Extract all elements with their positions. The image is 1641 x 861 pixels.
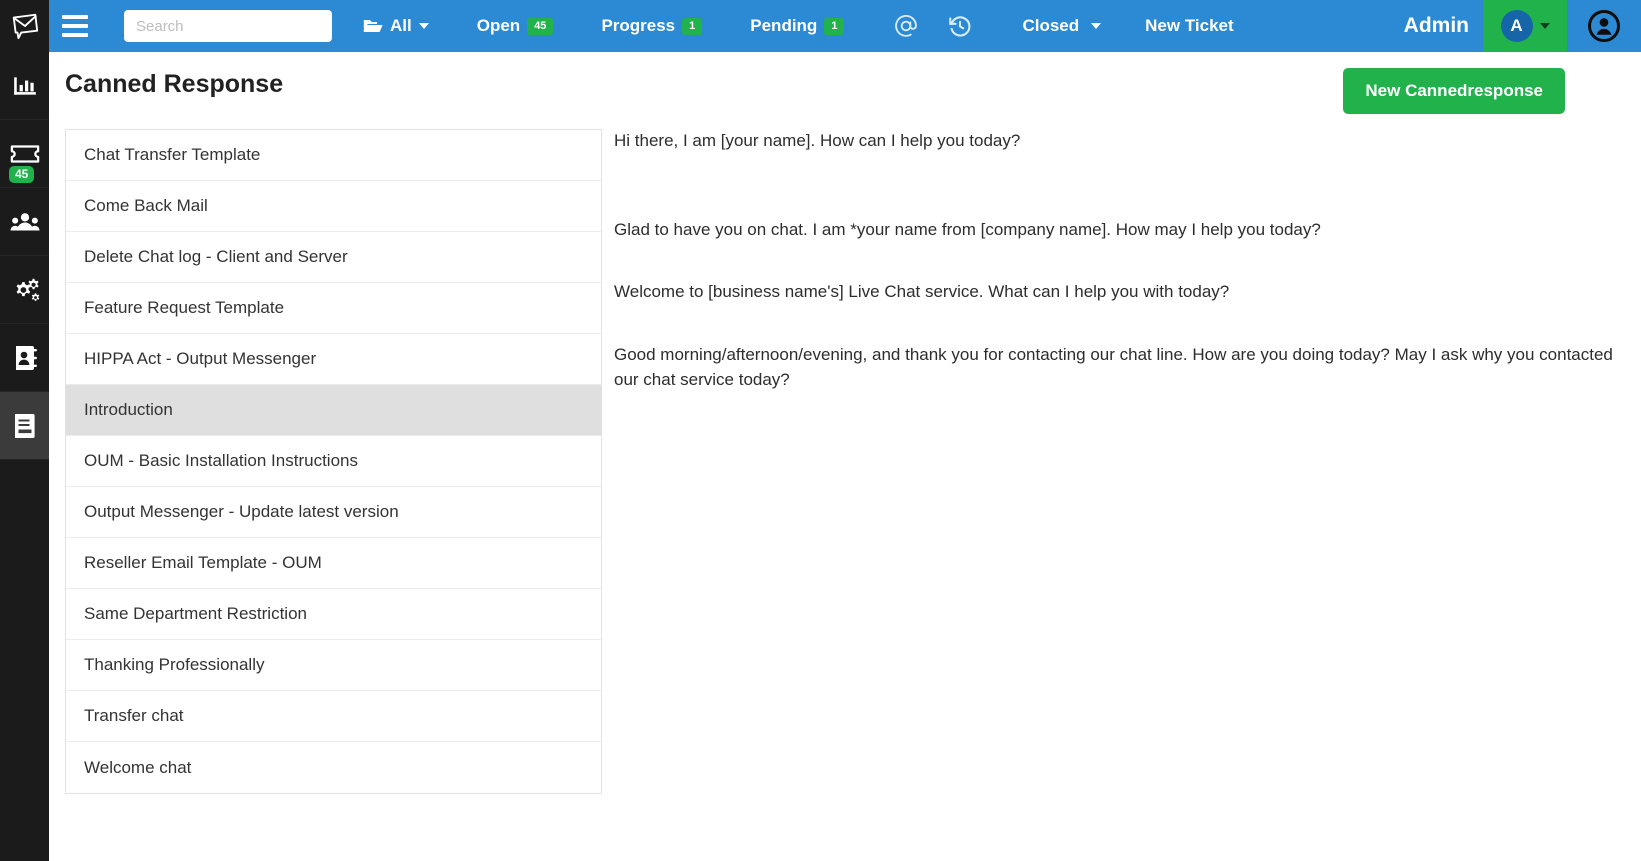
nav-closed-label: Closed <box>1022 16 1080 35</box>
avatar: A <box>1500 10 1533 42</box>
profile-button[interactable] <box>1567 0 1641 52</box>
nav-filter-all-label: All <box>390 16 412 35</box>
at-icon <box>895 15 918 37</box>
page-body: Canned Response New Cannedresponse Chat … <box>49 52 1641 861</box>
content-paragraph: Good morning/afternoon/evening, and than… <box>614 344 1613 389</box>
content-paragraph: Hi there, I am [your name]. How can I he… <box>614 131 1021 150</box>
nav-closed[interactable]: Closed <box>1009 0 1114 52</box>
list-item[interactable]: HIPPA Act - Output Messenger <box>66 334 601 385</box>
chevron-down-icon <box>1539 23 1550 29</box>
list-item[interactable]: Delete Chat log - Client and Server <box>66 232 601 283</box>
list-item-selected[interactable]: Introduction <box>66 385 601 436</box>
book-icon <box>14 413 35 438</box>
list-item[interactable]: Same Department Restriction <box>66 589 601 640</box>
new-cannedresponse-button[interactable]: New Cannedresponse <box>1343 68 1565 114</box>
sidebar-item-settings[interactable] <box>0 256 49 324</box>
history-icon <box>949 16 971 37</box>
app-logo[interactable] <box>0 0 49 52</box>
nav-pending-badge: 1 <box>824 17 845 35</box>
sidebar-item-users[interactable] <box>0 188 49 256</box>
ticket-icon <box>10 144 39 163</box>
nav-open-badge: 45 <box>527 17 554 35</box>
gears-icon <box>16 278 39 301</box>
sidebar-item-dashboard[interactable] <box>0 52 49 120</box>
list-item[interactable]: Thanking Professionally <box>66 640 601 691</box>
list-item[interactable]: Welcome chat <box>66 742 601 793</box>
sidebar-item-canned-response[interactable] <box>0 392 49 460</box>
list-item[interactable]: Feature Request Template <box>66 283 601 334</box>
address-book-icon <box>15 345 37 370</box>
nav-pending[interactable]: Pending 1 <box>737 0 857 52</box>
content-paragraph: Glad to have you on chat. I am *your nam… <box>614 219 1321 239</box>
nav-new-ticket[interactable]: New Ticket <box>1132 0 1247 52</box>
users-icon <box>9 212 40 230</box>
page-title: Canned Response <box>65 70 284 98</box>
nav-history[interactable] <box>933 0 987 52</box>
canned-response-content: Hi there, I am [your name]. How can I he… <box>614 129 1624 392</box>
account-menu[interactable]: A <box>1483 0 1567 52</box>
top-navbar: All Open 45 Progress 1 Pending 1 <box>49 0 1641 52</box>
canned-response-list: Chat Transfer Template Come Back Mail De… <box>65 129 602 794</box>
nav-open[interactable]: Open 45 <box>464 0 567 52</box>
hamburger-icon[interactable] <box>49 0 101 52</box>
nav-mentions[interactable] <box>879 0 933 52</box>
content-paragraph: Welcome to [business name's] Live Chat s… <box>614 282 1230 302</box>
chevron-down-icon <box>1091 23 1102 29</box>
nav-new-ticket-label: New Ticket <box>1145 16 1234 35</box>
list-item[interactable]: Come Back Mail <box>66 181 601 232</box>
sidebar-item-contacts[interactable] <box>0 324 49 392</box>
admin-name: Admin <box>1403 14 1469 37</box>
left-sidebar: 45 <box>0 0 49 861</box>
envelope-pin-logo-icon <box>12 13 38 40</box>
list-item[interactable]: Reseller Email Template - OUM <box>66 538 601 589</box>
nav-progress-badge: 1 <box>682 17 703 35</box>
nav-progress[interactable]: Progress 1 <box>588 0 715 52</box>
bar-chart-icon <box>13 76 36 95</box>
sidebar-item-tickets[interactable]: 45 <box>0 120 49 188</box>
nav-filter-all[interactable]: All <box>350 0 442 52</box>
search-input[interactable] <box>124 10 332 42</box>
chevron-down-icon <box>418 23 429 29</box>
list-item[interactable]: Output Messenger - Update latest version <box>66 487 601 538</box>
nav-open-label: Open <box>476 16 521 35</box>
list-item[interactable]: Transfer chat <box>66 691 601 742</box>
list-item[interactable]: OUM - Basic Installation Instructions <box>66 436 601 487</box>
folder-open-icon <box>363 20 383 32</box>
user-circle-icon <box>1588 10 1620 42</box>
tickets-badge: 45 <box>9 165 35 183</box>
nav-progress-label: Progress <box>601 16 676 35</box>
nav-pending-label: Pending <box>750 16 818 35</box>
list-item[interactable]: Chat Transfer Template <box>66 130 601 181</box>
